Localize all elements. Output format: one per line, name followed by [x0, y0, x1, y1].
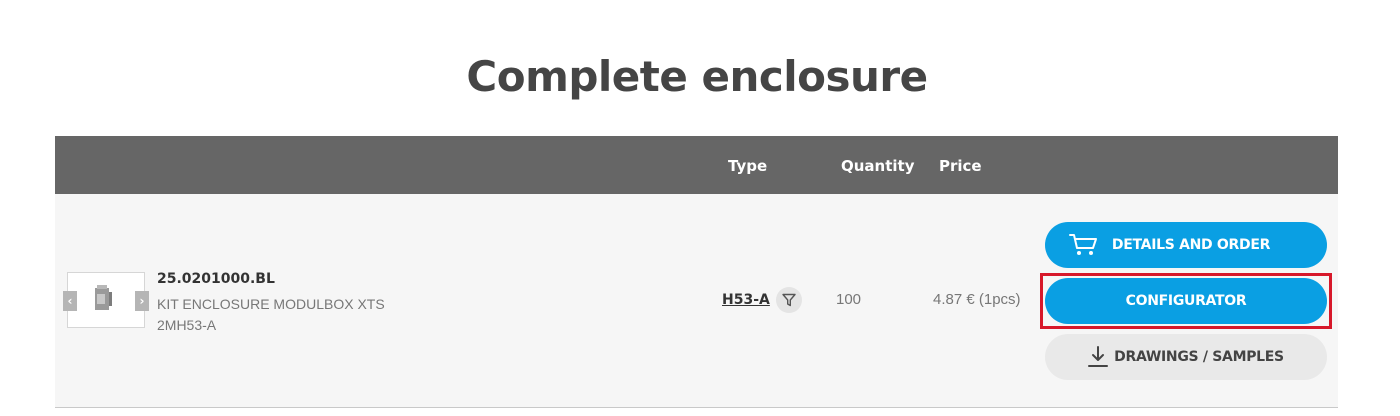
- page-title: Complete enclosure: [466, 52, 928, 101]
- cart-icon: [1069, 232, 1099, 262]
- drawings-samples-button[interactable]: DRAWINGS / SAMPLES: [1045, 334, 1327, 380]
- download-icon: [1088, 346, 1108, 372]
- filter-button[interactable]: [776, 287, 802, 313]
- column-header-quantity: Quantity: [841, 157, 915, 175]
- type-link[interactable]: H53-A: [722, 292, 770, 308]
- details-and-order-button[interactable]: DETAILS AND ORDER: [1045, 222, 1327, 268]
- drawings-samples-label: DRAWINGS / SAMPLES: [1114, 349, 1284, 365]
- product-description: KIT ENCLOSURE MODULBOX XTS 2MH53-A: [157, 296, 385, 333]
- quantity-value: 100: [836, 291, 862, 308]
- configurator-highlight-box: [1040, 273, 1332, 329]
- price-value: 4.87 € (1pcs): [933, 291, 1021, 308]
- product-image[interactable]: [93, 284, 113, 314]
- table-header: Type Quantity Price: [55, 136, 1338, 194]
- thumbnail-next-arrow[interactable]: ›: [135, 291, 149, 311]
- filter-icon: [782, 293, 796, 307]
- column-header-type: Type: [728, 157, 768, 175]
- table-row: ‹ › 25.0201000.BL KIT ENCLOSURE MODULBOX…: [55, 194, 1338, 408]
- details-and-order-label: DETAILS AND ORDER: [1111, 237, 1271, 253]
- thumbnail-prev-arrow[interactable]: ‹: [63, 291, 77, 311]
- product-code[interactable]: 25.0201000.BL: [157, 271, 275, 287]
- column-header-price: Price: [939, 157, 982, 175]
